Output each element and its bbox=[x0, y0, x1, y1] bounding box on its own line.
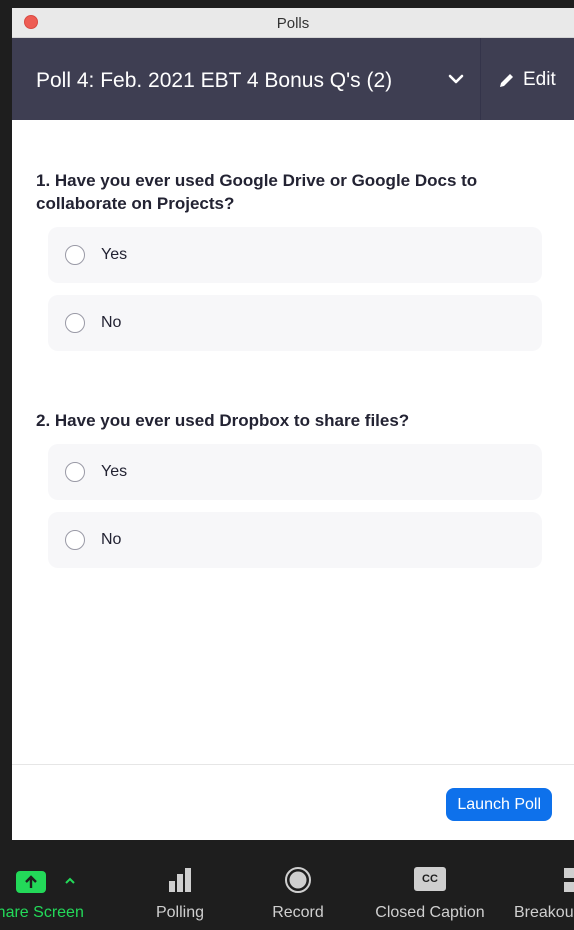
poll-footer: Launch Poll bbox=[12, 764, 574, 840]
share-screen-label: Share Screen bbox=[0, 904, 84, 921]
breakout-rooms-icon bbox=[564, 868, 574, 892]
poll-title: Poll 4: Feb. 2021 EBT 4 Bonus Q's (2) bbox=[36, 69, 393, 92]
record-label: Record bbox=[272, 904, 324, 921]
breakout-rooms-button[interactable]: Breakou bbox=[512, 854, 574, 930]
chevron-down-icon[interactable] bbox=[446, 71, 466, 89]
chevron-up-icon[interactable] bbox=[63, 874, 77, 888]
question-1-option-no[interactable]: No bbox=[48, 295, 542, 351]
radio-button[interactable] bbox=[65, 313, 85, 333]
closed-caption-button[interactable]: CC Closed Caption bbox=[366, 854, 494, 930]
edit-button[interactable]: Edit bbox=[498, 67, 556, 93]
question-2-text: 2. Have you ever used Dropbox to share f… bbox=[36, 411, 410, 430]
header-divider bbox=[480, 38, 481, 120]
launch-poll-button[interactable]: Launch Poll bbox=[446, 788, 552, 821]
question-1-text: 1. Have you ever used Google Drive or Go… bbox=[36, 171, 478, 213]
breakout-rooms-label: Breakou bbox=[514, 904, 574, 921]
pencil-icon bbox=[500, 73, 513, 87]
radio-button[interactable] bbox=[65, 530, 85, 550]
polling-button[interactable]: Polling bbox=[140, 854, 220, 930]
record-icon bbox=[285, 867, 311, 893]
title-bar: Polls bbox=[12, 8, 574, 38]
share-screen-icon bbox=[16, 871, 46, 893]
option-label: No bbox=[101, 314, 122, 331]
question-1-option-yes[interactable]: Yes bbox=[48, 227, 542, 283]
polling-label: Polling bbox=[155, 904, 205, 921]
poll-header: Poll 4: Feb. 2021 EBT 4 Bonus Q's (2) Ed… bbox=[12, 38, 574, 120]
edit-label: Edit bbox=[523, 69, 556, 90]
share-screen-button[interactable]: Share Screen bbox=[0, 854, 126, 930]
radio-button[interactable] bbox=[65, 462, 85, 482]
meeting-toolbar: Share Screen Polling Record CC Closed Ca… bbox=[0, 854, 574, 930]
question-2-option-yes[interactable]: Yes bbox=[48, 444, 542, 500]
window-title: Polls bbox=[276, 15, 310, 32]
polls-window: Polls Poll 4: Feb. 2021 EBT 4 Bonus Q's … bbox=[12, 8, 574, 840]
record-button[interactable]: Record bbox=[256, 854, 340, 930]
question-2-option-no[interactable]: No bbox=[48, 512, 542, 568]
option-label: Yes bbox=[101, 463, 128, 480]
option-label: No bbox=[101, 531, 122, 548]
radio-button[interactable] bbox=[65, 245, 85, 265]
option-label: Yes bbox=[101, 246, 128, 263]
poll-questions: 1. Have you ever used Google Drive or Go… bbox=[12, 120, 574, 770]
closed-caption-label: Closed Caption bbox=[375, 904, 485, 921]
closed-caption-icon: CC bbox=[414, 867, 446, 891]
polling-icon bbox=[169, 868, 191, 892]
